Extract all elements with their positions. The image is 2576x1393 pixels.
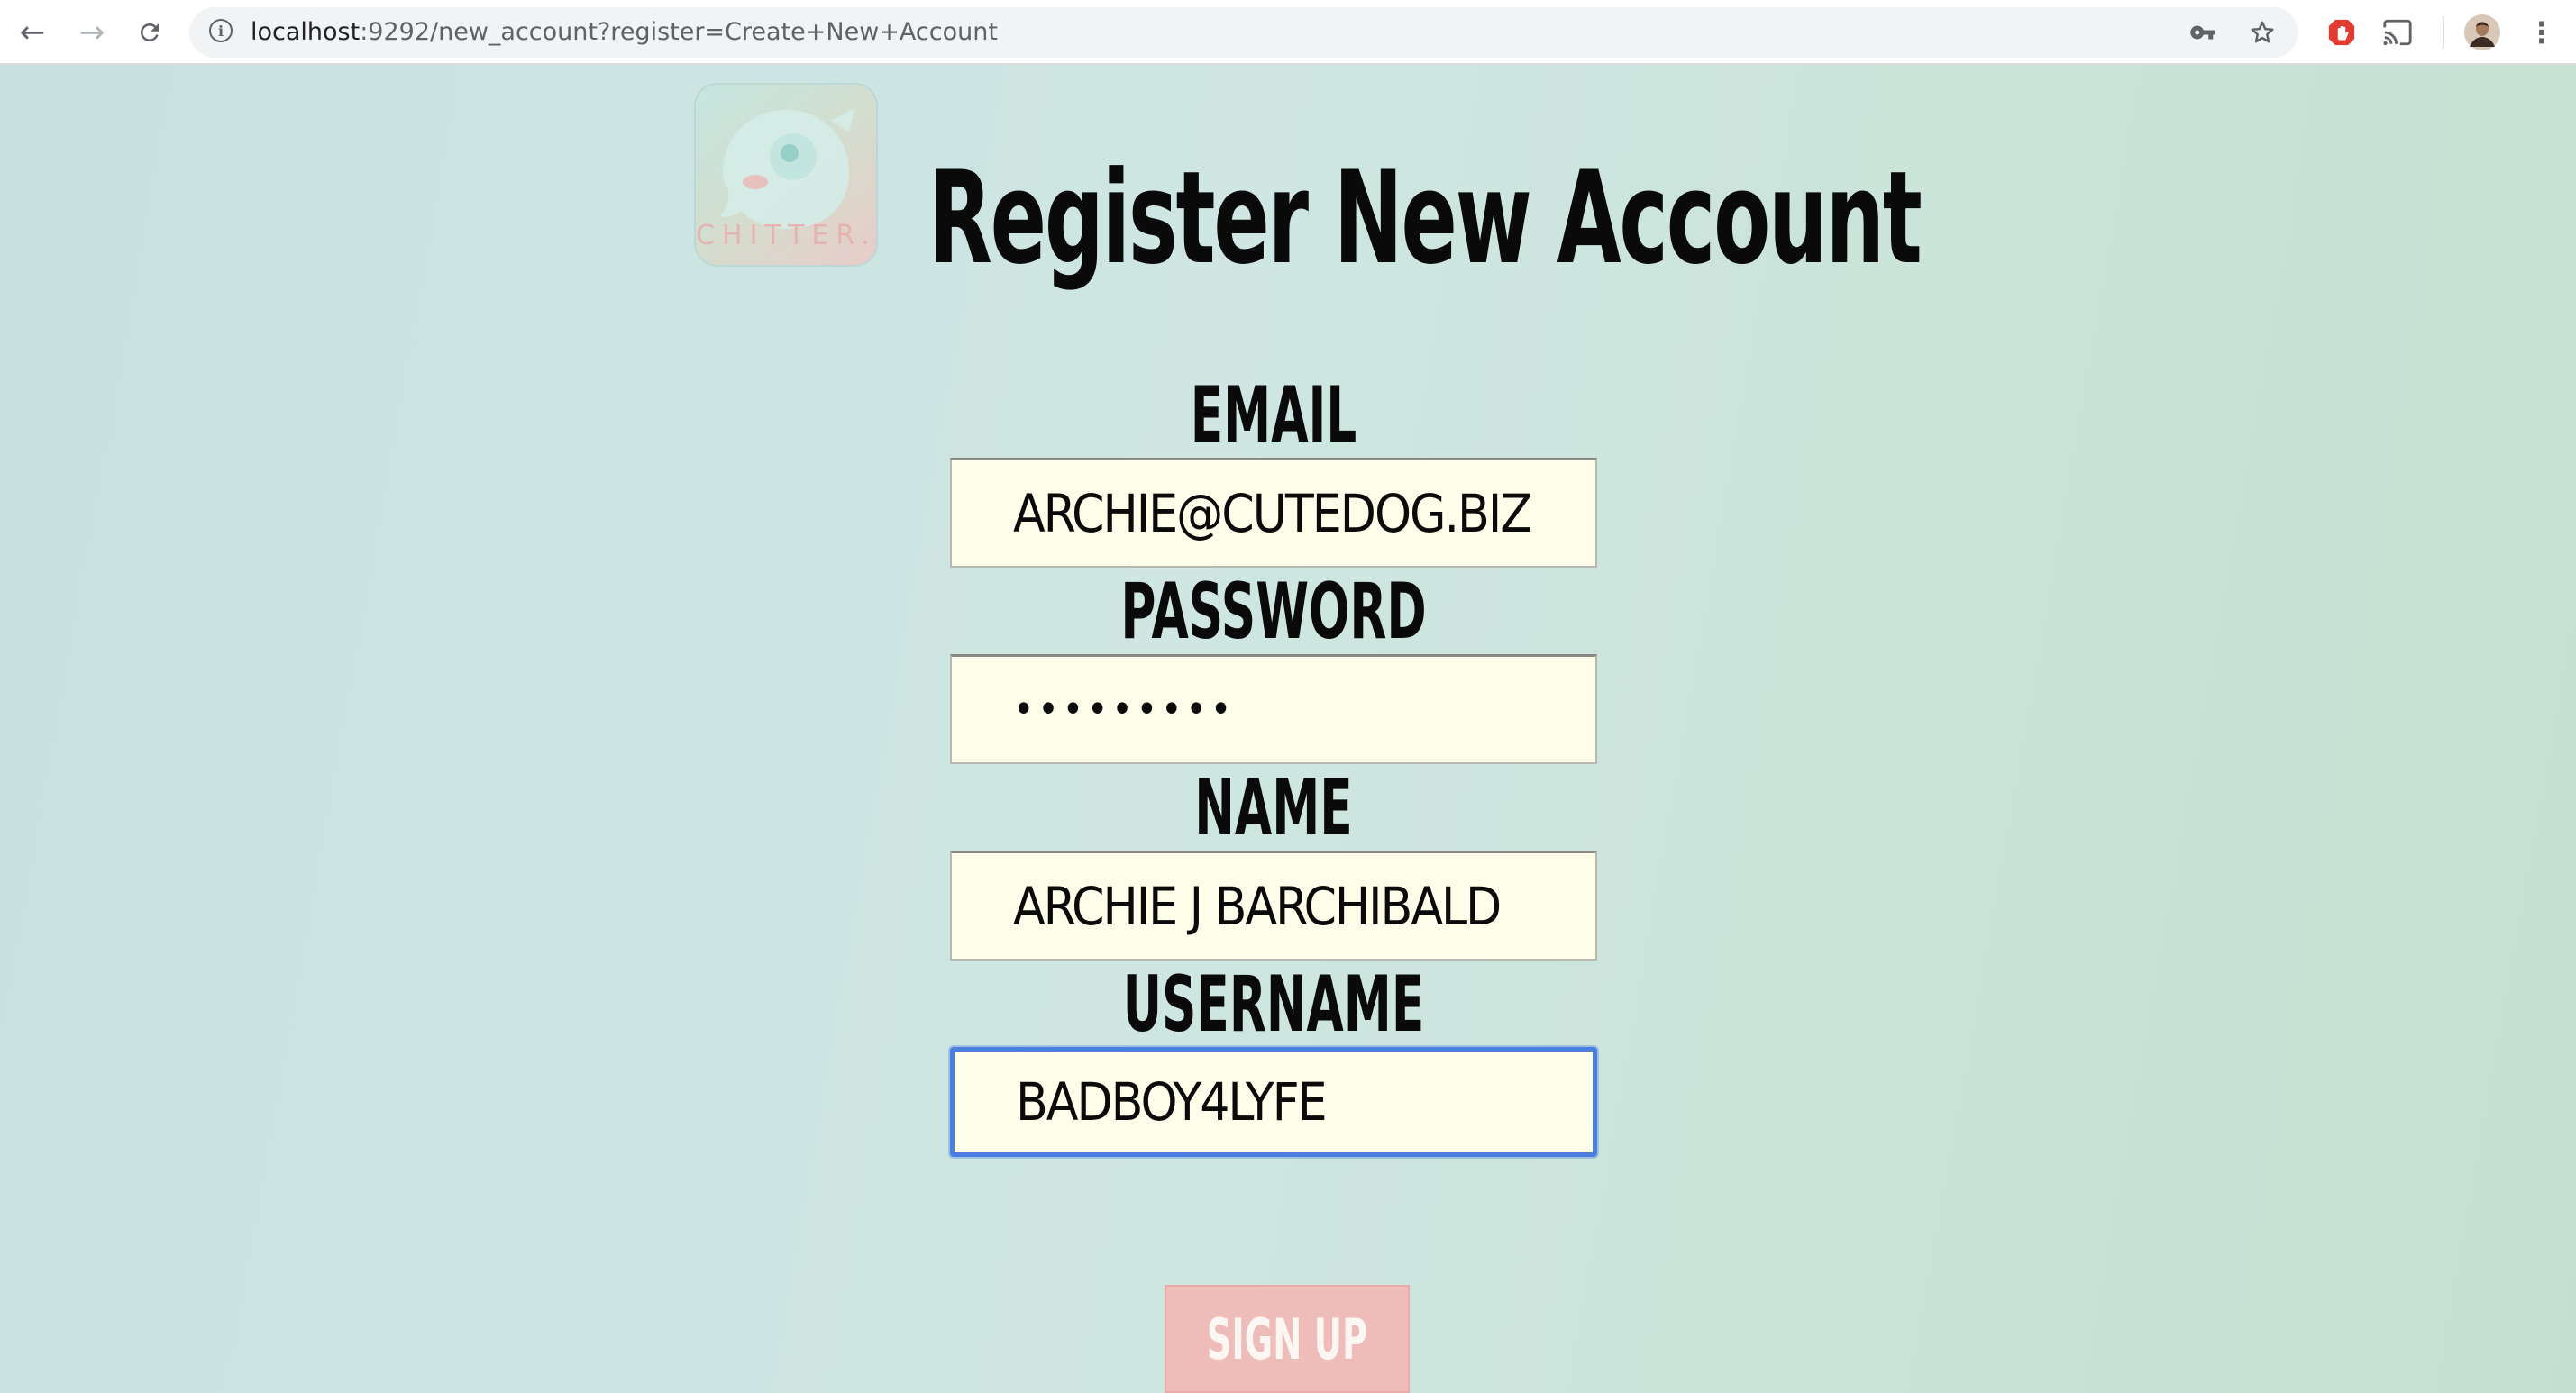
info-icon[interactable]: i (209, 19, 233, 42)
page-body: CHITTER. Register New Account Email Pass… (0, 65, 2576, 1393)
address-bar[interactable]: i localhost:9292/new_account?register=Cr… (189, 7, 2298, 58)
page-title: Register New Account (928, 144, 1923, 293)
chitter-logo[interactable]: CHITTER. (696, 85, 876, 265)
email-label: Email (1190, 370, 1357, 460)
url-path: :9292/new_account?register=Create+New+Ac… (360, 18, 998, 46)
avatar-icon[interactable] (2464, 14, 2500, 50)
password-field[interactable] (950, 654, 1597, 764)
browser-toolbar: ← → i localhost:9292/new_account?registe… (0, 0, 2576, 65)
forward-arrow-icon[interactable]: → (72, 13, 112, 52)
star-icon[interactable] (2246, 16, 2279, 49)
toolbar-divider (2443, 16, 2444, 49)
key-icon[interactable] (2187, 16, 2219, 49)
username-label: Username (1122, 960, 1425, 1050)
reload-icon[interactable] (130, 13, 169, 52)
back-arrow-icon[interactable]: ← (13, 13, 52, 52)
cast-icon[interactable] (2380, 14, 2416, 50)
name-label: Name (1194, 763, 1353, 853)
password-label: Password (1120, 567, 1427, 657)
more-vertical-icon[interactable]: ⋮ (2524, 14, 2560, 50)
url-host: localhost (251, 18, 361, 46)
email-field[interactable] (950, 458, 1597, 568)
sign-up-label: Sign up (1206, 1306, 1368, 1372)
name-field[interactable] (950, 851, 1597, 961)
register-form: Email Password Name Username (950, 371, 1597, 1157)
adblock-icon[interactable] (2324, 14, 2360, 50)
url-text[interactable]: localhost:9292/new_account?register=Crea… (251, 18, 998, 46)
sign-up-button[interactable]: Sign up (1165, 1285, 1410, 1393)
logo-text: CHITTER. (696, 220, 876, 251)
username-field[interactable] (950, 1047, 1597, 1157)
